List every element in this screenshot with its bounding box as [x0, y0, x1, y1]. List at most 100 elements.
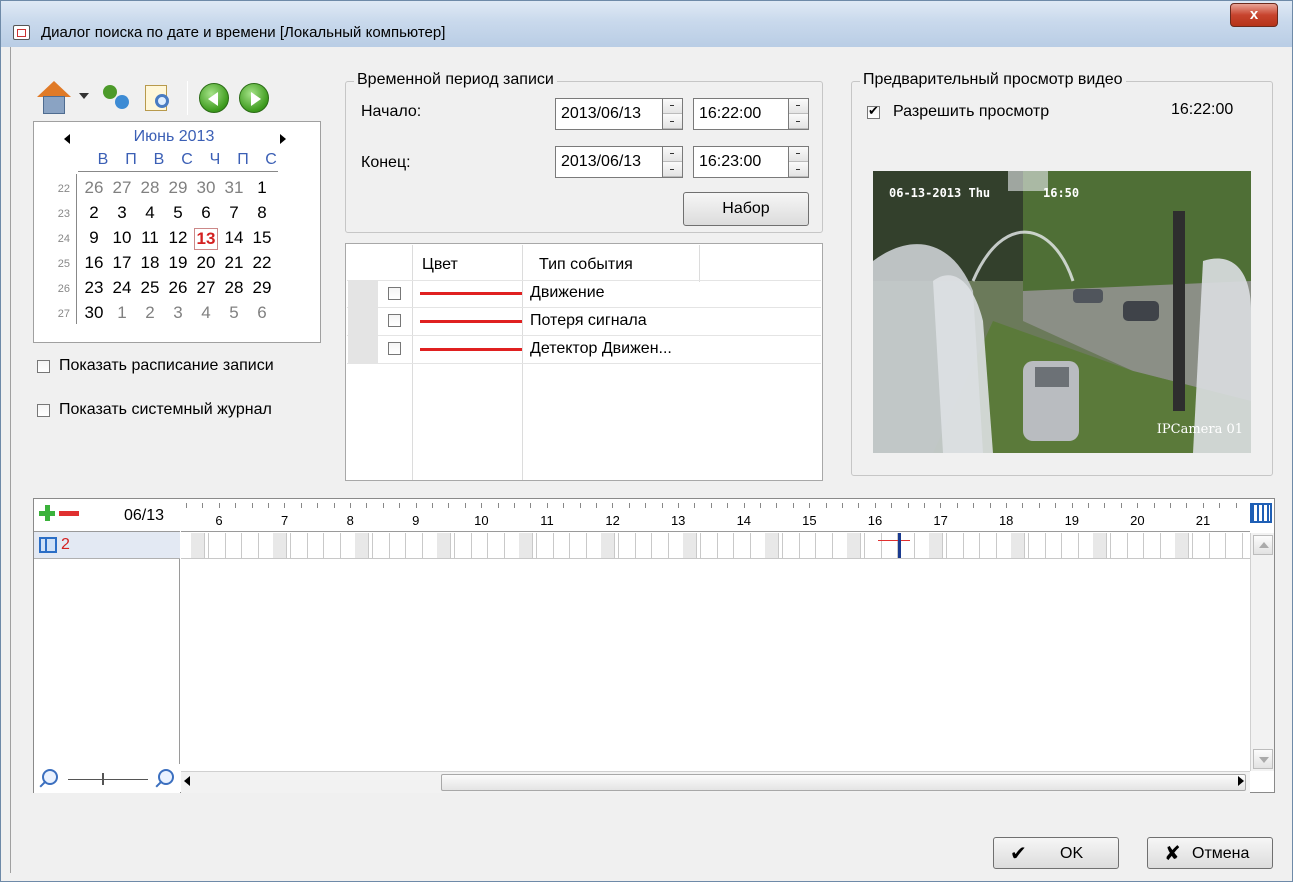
remove-icon[interactable] — [59, 511, 79, 516]
calendar-day[interactable]: 29 — [166, 178, 190, 198]
timeline-panel[interactable]: 06/13 2 6 7 8 9 10 11 12 13 14 15 16 17 18 19 20 21 — [33, 498, 1275, 793]
calendar-day[interactable]: 5 — [166, 203, 190, 223]
dropdown-arrow-icon[interactable] — [79, 93, 89, 99]
calendar-day[interactable]: 3 — [166, 303, 190, 323]
calendar-day[interactable]: 31 — [222, 178, 246, 198]
close-button[interactable]: x — [1230, 3, 1278, 27]
calendar-day[interactable]: 12 — [166, 228, 190, 248]
ok-button[interactable]: ✔ OK — [993, 837, 1119, 869]
calendar-day[interactable]: 1 — [250, 178, 274, 198]
document-search-icon[interactable] — [141, 81, 175, 115]
enable-preview-label[interactable]: Разрешить просмотр — [893, 103, 1049, 121]
zoom-slider-thumb[interactable] — [102, 773, 104, 785]
recording-track[interactable] — [181, 533, 1250, 559]
calendar-day[interactable]: 6 — [250, 303, 274, 323]
event-checkbox-motion[interactable] — [388, 287, 401, 300]
next-icon[interactable] — [239, 83, 269, 113]
calendar-day[interactable]: 28 — [222, 278, 246, 298]
scroll-up-icon[interactable] — [1253, 535, 1273, 555]
set-button[interactable]: Набор — [683, 192, 809, 226]
calendar-day[interactable]: 2 — [138, 303, 162, 323]
previous-icon[interactable] — [199, 83, 229, 113]
event-type-label[interactable]: Движение — [530, 284, 605, 302]
zoom-out-icon[interactable] — [42, 769, 58, 785]
scroll-down-icon[interactable] — [1253, 749, 1273, 769]
start-date-spinner[interactable] — [662, 99, 682, 129]
show-schedule-label[interactable]: Показать расписание записи — [59, 357, 274, 375]
calendar-day[interactable]: 2 — [82, 203, 106, 223]
title-bar[interactable]: Диалог поиска по дате и времени [Локальн… — [1, 1, 1292, 47]
calendar-day[interactable]: 5 — [222, 303, 246, 323]
calendar-day[interactable]: 4 — [194, 303, 218, 323]
scroll-thumb[interactable] — [441, 774, 1246, 791]
time-ruler[interactable]: 6 7 8 9 10 11 12 13 14 15 16 17 18 19 20 21 — [181, 499, 1250, 532]
calendar-day[interactable]: 30 — [194, 178, 218, 198]
cancel-button[interactable]: ✘ Отмена — [1147, 837, 1273, 869]
end-date-spinner[interactable] — [662, 147, 682, 177]
calendar-day[interactable]: 26 — [166, 278, 190, 298]
calendar-day[interactable]: 11 — [138, 228, 162, 248]
calendar-day[interactable]: 21 — [222, 253, 246, 273]
calendar-day[interactable]: 17 — [110, 253, 134, 273]
calendar-day[interactable]: 15 — [250, 228, 274, 248]
column-event-type-header[interactable]: Тип события — [539, 256, 633, 274]
calendar-day[interactable]: 1 — [110, 303, 134, 323]
end-time-field[interactable]: 16:23:00 — [693, 146, 809, 178]
row-selector[interactable] — [348, 281, 378, 309]
month-calendar[interactable]: Июнь 2013 В П В С Ч П С 22 26 27 28 29 30 31 1 2… — [33, 121, 321, 343]
home-icon[interactable] — [37, 81, 71, 115]
add-icon[interactable] — [39, 505, 55, 521]
zoom-track[interactable] — [68, 779, 148, 780]
calendar-day[interactable]: 24 — [110, 278, 134, 298]
calendar-day[interactable]: 18 — [138, 253, 162, 273]
calendar-day[interactable]: 23 — [82, 278, 106, 298]
calendar-day[interactable]: 26 — [82, 178, 106, 198]
event-checkbox-signal-loss[interactable] — [388, 314, 401, 327]
start-time-field[interactable]: 16:22:00 — [693, 98, 809, 130]
show-syslog-checkbox[interactable] — [37, 404, 50, 417]
calendar-day[interactable]: 4 — [138, 203, 162, 223]
calendar-prev-month-icon[interactable] — [64, 134, 70, 144]
start-time-spinner[interactable] — [788, 99, 808, 129]
end-time-spinner[interactable] — [788, 147, 808, 177]
calendar-day[interactable]: 19 — [166, 253, 190, 273]
calendar-day[interactable]: 27 — [194, 278, 218, 298]
horizontal-scrollbar[interactable] — [181, 771, 1250, 793]
calendar-day[interactable]: 3 — [110, 203, 134, 223]
channel-row[interactable]: 2 — [34, 532, 180, 559]
calendar-day[interactable]: 7 — [222, 203, 246, 223]
row-selector[interactable] — [348, 336, 378, 364]
search-icon[interactable] — [99, 81, 131, 115]
calendar-day[interactable]: 6 — [194, 203, 218, 223]
scroll-right-icon[interactable] — [1238, 776, 1244, 786]
calendar-icon[interactable] — [1250, 503, 1272, 523]
calendar-month-title[interactable]: Июнь 2013 — [124, 128, 224, 146]
calendar-day[interactable]: 25 — [138, 278, 162, 298]
event-type-label[interactable]: Потеря сигнала — [530, 312, 647, 330]
calendar-day[interactable]: 28 — [138, 178, 162, 198]
vertical-scrollbar[interactable] — [1250, 533, 1274, 771]
scroll-left-icon[interactable] — [184, 776, 190, 786]
show-schedule-checkbox[interactable] — [37, 360, 50, 373]
event-type-label[interactable]: Детектор Движен... — [530, 340, 672, 358]
calendar-day[interactable]: 13 — [194, 228, 218, 250]
calendar-day[interactable]: 8 — [250, 203, 274, 223]
calendar-day[interactable]: 29 — [250, 278, 274, 298]
enable-preview-checkbox[interactable] — [867, 103, 880, 119]
event-checkbox-motion-detector[interactable] — [388, 342, 401, 355]
start-date-field[interactable]: 2013/06/13 — [555, 98, 683, 130]
calendar-day[interactable]: 9 — [82, 228, 106, 248]
calendar-day[interactable]: 22 — [250, 253, 274, 273]
column-color-header[interactable]: Цвет — [422, 256, 458, 274]
zoom-in-icon[interactable] — [158, 769, 174, 785]
calendar-day[interactable]: 30 — [82, 303, 106, 323]
calendar-day[interactable]: 16 — [82, 253, 106, 273]
calendar-next-month-icon[interactable] — [280, 134, 286, 144]
end-date-field[interactable]: 2013/06/13 — [555, 146, 683, 178]
time-cursor[interactable] — [898, 533, 901, 558]
show-syslog-label[interactable]: Показать системный журнал — [59, 401, 272, 419]
calendar-day[interactable]: 27 — [110, 178, 134, 198]
calendar-day[interactable]: 20 — [194, 253, 218, 273]
row-selector[interactable] — [348, 308, 378, 336]
calendar-day[interactable]: 10 — [110, 228, 134, 248]
